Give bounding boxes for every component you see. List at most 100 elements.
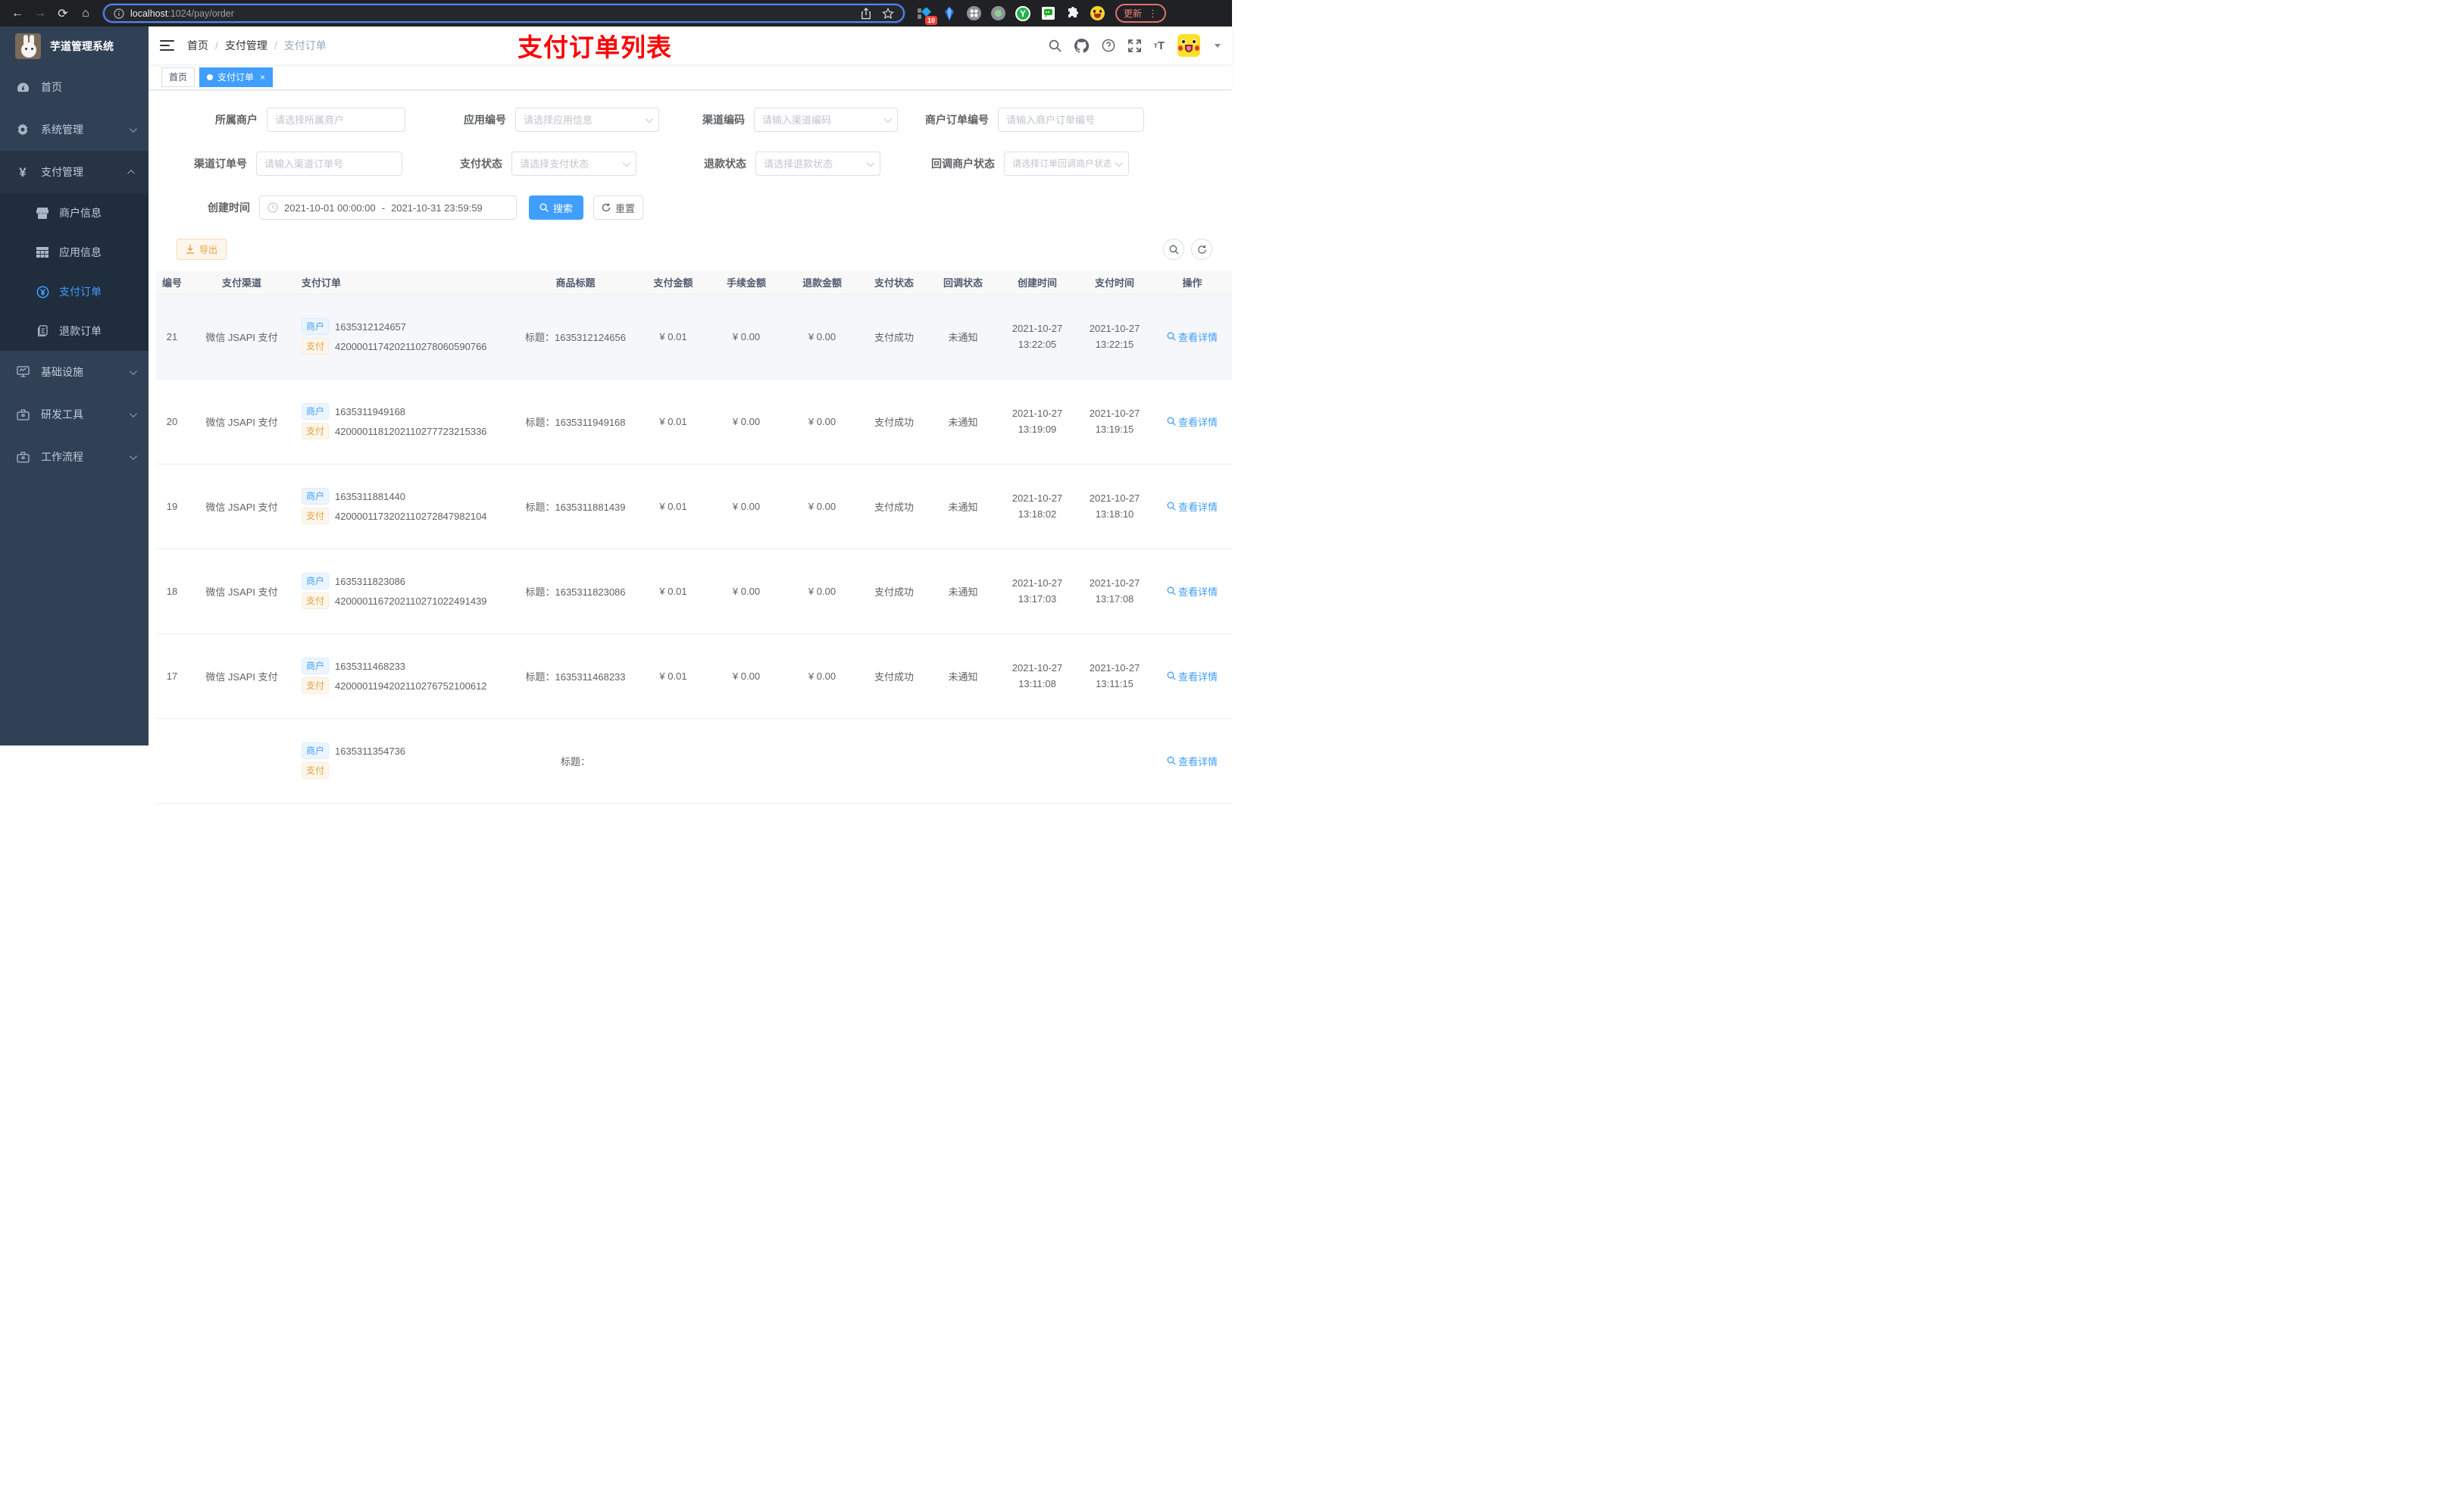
refresh-table-button[interactable] — [1191, 239, 1212, 260]
y-circle-ext-icon[interactable]: Y — [1015, 5, 1030, 21]
info-icon[interactable] — [114, 8, 124, 19]
channel-code-select[interactable] — [754, 108, 898, 132]
date-range-input[interactable]: 2021-10-01 00:00:00 - 2021-10-31 23:59:5… — [259, 195, 517, 220]
search-button[interactable]: 搜索 — [529, 195, 583, 220]
chevron-down-icon — [645, 114, 653, 123]
sidebar-item-infra[interactable]: 基础设施 — [0, 351, 149, 393]
reset-button[interactable]: 重置 — [593, 195, 643, 220]
clover-ext-icon[interactable] — [967, 6, 981, 20]
sidebar-item-dev-tools[interactable]: 研发工具 — [0, 393, 149, 436]
font-size-icon[interactable]: тT — [1154, 39, 1165, 52]
table-header-row: 编号 支付渠道 支付订单 商品标题 支付金额 手续金额 退款金额 支付状态 回调… — [156, 271, 1232, 295]
pay-status-select[interactable] — [511, 152, 636, 176]
refund-status-select[interactable] — [755, 152, 880, 176]
fullscreen-icon[interactable] — [1128, 39, 1141, 52]
browser-menu-icon[interactable]: ⋮ — [1148, 8, 1158, 18]
sidebar-logo[interactable]: 芋道管理系统 — [0, 27, 149, 66]
breadcrumb-pay[interactable]: 支付管理 — [225, 38, 267, 53]
app-select[interactable] — [515, 108, 659, 132]
tab-home[interactable]: 首页 — [161, 67, 195, 87]
sidebar-item-app-info[interactable]: 应用信息 — [0, 233, 149, 272]
view-detail-link[interactable]: 查看详情 — [1167, 754, 1218, 768]
magnifier-icon — [1167, 417, 1176, 426]
export-button[interactable]: 导出 — [177, 239, 227, 260]
magnifier-icon — [1167, 586, 1176, 595]
merchant-select[interactable] — [267, 108, 405, 132]
briefcase-icon — [16, 408, 30, 420]
merchant-order-no-input[interactable] — [998, 108, 1144, 132]
cell-action: 查看详情 — [1152, 464, 1232, 549]
back-icon[interactable]: ← — [8, 4, 27, 23]
cell-pay-order: 商户 1635311468233 支付 42000011942021102767… — [295, 633, 513, 719]
chat-ext-icon[interactable] — [1040, 6, 1055, 21]
magnifier-icon — [1167, 671, 1176, 680]
magnifier-icon — [1167, 332, 1176, 341]
view-detail-link[interactable]: 查看详情 — [1167, 330, 1218, 344]
avatar[interactable] — [1177, 34, 1200, 57]
cell-created: 2021-10-27 13:19:09 — [998, 379, 1077, 464]
sidebar-item-pay[interactable]: ¥ 支付管理 — [0, 151, 149, 193]
filter-merchant-order-no: 商户订单编号 — [899, 108, 1144, 132]
tab-pay-order[interactable]: 支付订单 × — [199, 67, 274, 87]
filter-create-time: 创建时间 2021-10-01 00:00:00 - 2021-10-31 23… — [161, 195, 517, 220]
gem-ext-icon[interactable] — [942, 6, 957, 21]
reload-icon[interactable]: ⟳ — [53, 4, 73, 23]
breadcrumb-home[interactable]: 首页 — [187, 38, 208, 53]
chevron-down-icon — [883, 114, 892, 123]
search-icon[interactable] — [1049, 39, 1062, 52]
filter-channel-order-no: 渠道订单号 — [158, 152, 402, 176]
sidebar-item-workflow[interactable]: 工作流程 — [0, 436, 149, 478]
cell-action: 查看详情 — [1152, 718, 1232, 804]
help-icon[interactable] — [1102, 39, 1115, 52]
table-row: 19 微信 JSAPI 支付 商户 1635311881440 支付 42000… — [156, 464, 1232, 549]
caret-down-icon[interactable] — [1215, 43, 1221, 48]
puzzle-icon[interactable] — [1065, 6, 1080, 21]
date-end[interactable]: 2021-10-31 23:59:59 — [391, 202, 483, 214]
channel-order-no-input[interactable] — [256, 152, 402, 176]
browser-update-button[interactable]: 更新 ⋮ — [1115, 4, 1167, 23]
view-detail-link[interactable]: 查看详情 — [1167, 584, 1218, 599]
chevron-down-icon — [129, 124, 137, 133]
view-detail-link[interactable]: 查看详情 — [1167, 414, 1218, 429]
close-tab-icon[interactable]: × — [260, 72, 265, 83]
collapse-sidebar-icon[interactable] — [160, 40, 174, 51]
bookmark-star-icon[interactable] — [882, 7, 894, 20]
sidebar-item-pay-order[interactable]: 支付订单 — [0, 272, 149, 311]
sidebar-item-merchant-info[interactable]: 商户信息 — [0, 193, 149, 233]
cell-amount: ¥ 0.01 — [638, 464, 708, 549]
sidebar-item-home[interactable]: 首页 — [0, 66, 149, 108]
cell-status: 支付成功 — [860, 549, 928, 634]
cell-channel: 微信 JSAPI 支付 — [188, 464, 295, 549]
sidebar-item-refund-order[interactable]: 退款订单 — [0, 311, 149, 351]
magnifier-icon — [1167, 756, 1176, 765]
pay-tag: 支付 — [302, 677, 330, 694]
forward-icon[interactable]: → — [30, 4, 50, 23]
breadcrumb-current: 支付订单 — [283, 39, 327, 52]
emoji-face-ext-icon[interactable] — [1090, 6, 1105, 20]
github-icon[interactable] — [1074, 38, 1089, 53]
merchant-tag: 商户 — [302, 742, 330, 759]
cell-refund: ¥ 0.00 — [784, 379, 860, 464]
cell-notify: 未通知 — [928, 379, 998, 464]
view-detail-link[interactable]: 查看详情 — [1167, 499, 1218, 514]
table-body: 21 微信 JSAPI 支付 商户 1635312124657 支付 42000… — [156, 294, 1232, 804]
pay-submenu: 商户信息 应用信息 支付订单 退款订单 — [0, 193, 149, 351]
toggle-search-button[interactable] — [1163, 239, 1184, 260]
view-detail-link[interactable]: 查看详情 — [1167, 669, 1218, 683]
cell-fee: ¥ 0.00 — [708, 549, 784, 634]
address-bar[interactable]: localhost:1024/pay/order — [103, 4, 905, 23]
sidebar-item-system[interactable]: 系统管理 — [0, 108, 149, 151]
date-start[interactable]: 2021-10-01 00:00:00 — [284, 202, 376, 214]
notify-status-select[interactable] — [1004, 152, 1129, 176]
record-dot-ext-icon[interactable] — [991, 6, 1005, 20]
shop-icon — [36, 207, 49, 219]
cell-paid: 2021-10-27 13:22:15 — [1077, 294, 1152, 380]
tags-view: 首页 支付订单 × — [149, 64, 1232, 90]
cell-fee: ¥ 0.00 — [708, 464, 784, 549]
share-icon[interactable] — [861, 7, 871, 20]
diamond-badge-ext-icon[interactable]: 10 — [917, 6, 937, 25]
browser-toolbar: ← → ⟳ ⌂ localhost:1024/pay/order 10 Y 更新… — [0, 0, 1232, 27]
merchant-tag: 商户 — [302, 318, 330, 335]
home-icon[interactable]: ⌂ — [76, 4, 95, 23]
page-content: 所属商户 应用编号 渠道编码 商户订单编号 渠道订单号 支付状态 — [149, 90, 1232, 804]
